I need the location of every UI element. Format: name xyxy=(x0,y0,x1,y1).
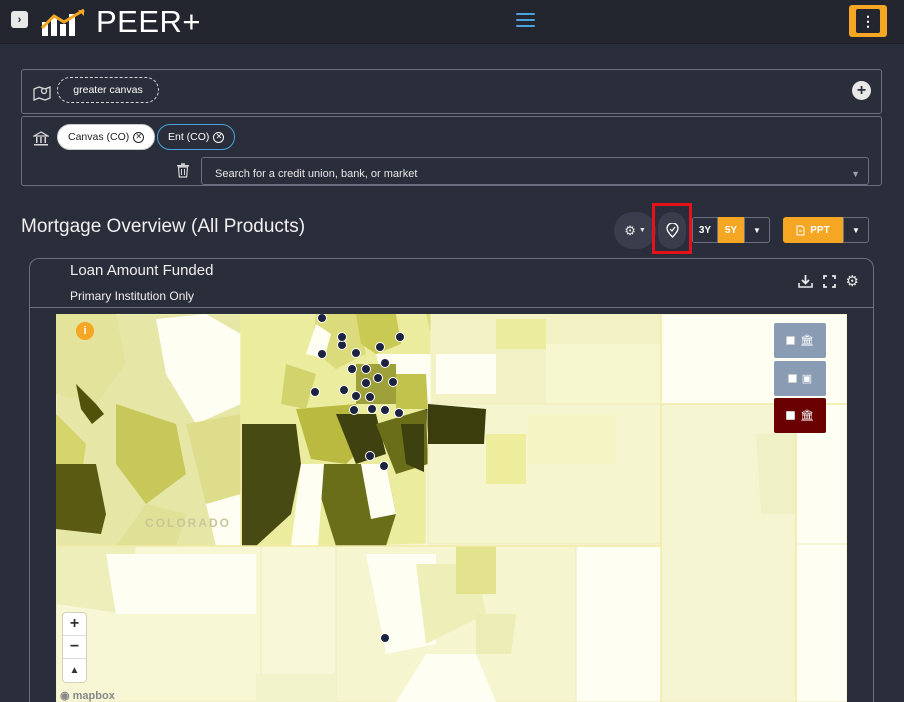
branch-marker xyxy=(379,461,389,471)
gear-icon: ⚙ xyxy=(624,222,636,238)
branch-marker xyxy=(351,391,361,401)
top-bar: › PEER+ ⋮ xyxy=(0,0,904,44)
compass-button[interactable]: ▲ xyxy=(63,659,86,682)
branch-marker xyxy=(310,387,320,397)
ppt-export-button[interactable]: PPT xyxy=(783,217,843,243)
card-title: Loan Amount Funded xyxy=(70,262,214,279)
highlight-box xyxy=(652,203,692,254)
chevron-right-icon[interactable]: › xyxy=(11,11,28,28)
gear-icon[interactable]: ⚙ xyxy=(846,272,859,290)
card-tools: ⚙ xyxy=(797,272,859,290)
hamburger-icon[interactable] xyxy=(516,13,535,27)
trash-icon[interactable] xyxy=(176,163,190,178)
branch-marker xyxy=(380,633,390,643)
ppt-label: PPT xyxy=(810,224,830,236)
divider xyxy=(30,307,873,308)
range-3y-button[interactable]: 3Y xyxy=(692,217,718,243)
fullscreen-icon[interactable] xyxy=(822,274,836,288)
settings-dropdown-button[interactable]: ⚙ ▼ xyxy=(614,212,656,249)
branch-marker xyxy=(351,348,361,358)
info-icon[interactable]: i xyxy=(76,322,94,340)
checkbox[interactable] xyxy=(787,374,797,383)
choropleth-map[interactable]: i COLORADO 🏛 ▣ 🏛 + − ▲ ◉ mapbox xyxy=(56,314,847,702)
logo[interactable]: PEER+ xyxy=(40,4,202,39)
range-dropdown-button[interactable]: ▼ xyxy=(744,217,770,243)
branch-marker xyxy=(317,349,327,359)
market-chip[interactable]: greater canvas xyxy=(57,77,159,103)
branch-marker xyxy=(347,364,357,374)
add-market-button[interactable]: + xyxy=(852,81,871,100)
zoom-controls: + − ▲ xyxy=(63,613,86,682)
money-icon: ▣ xyxy=(801,373,813,385)
zoom-in-button[interactable]: + xyxy=(63,613,86,636)
branch-marker xyxy=(388,377,398,387)
caret-down-icon[interactable]: ▼ xyxy=(851,169,860,179)
branch-marker xyxy=(361,364,371,374)
map-pin-icon xyxy=(33,86,51,101)
mapbox-logo: ◉ mapbox xyxy=(60,690,115,702)
branch-marker xyxy=(375,342,385,352)
bank-icon: 🏛 xyxy=(800,335,814,347)
region-label: COLORADO xyxy=(145,516,231,530)
logo-chart-icon xyxy=(40,8,85,36)
kebab-menu-icon: ⋮ xyxy=(856,9,880,33)
more-menu-button[interactable]: ⋮ xyxy=(849,5,887,37)
close-circle-icon[interactable]: ✕ xyxy=(133,131,145,143)
market-filter-panel: greater canvas + xyxy=(21,69,882,114)
search-placeholder: Search for a credit union, bank, or mark… xyxy=(215,168,418,180)
branch-marker xyxy=(367,404,377,414)
branch-marker xyxy=(361,378,371,388)
branch-marker xyxy=(365,451,375,461)
branch-marker xyxy=(380,358,390,368)
layer-toggle-bank[interactable]: 🏛 xyxy=(774,323,826,358)
institution-filter-panel: Canvas (CO) ✕ Ent (CO) ✕ Search for a cr… xyxy=(21,116,882,186)
branch-marker xyxy=(394,408,404,418)
card-subtitle: Primary Institution Only xyxy=(70,289,195,303)
checkbox[interactable] xyxy=(786,411,796,420)
layer-toggle-money[interactable]: ▣ xyxy=(774,361,826,396)
layer-toggle-primary-bank[interactable]: 🏛 xyxy=(774,398,826,433)
caret-down-icon: ▼ xyxy=(638,227,646,234)
attribution-text: mapbox xyxy=(72,690,115,702)
bank-icon: 🏛 xyxy=(800,410,814,422)
close-circle-icon[interactable]: ✕ xyxy=(213,131,225,143)
range-toggle: 3Y 5Y ▼ xyxy=(692,217,770,243)
institution-search-input[interactable]: Search for a credit union, bank, or mark… xyxy=(201,157,869,185)
export-dropdown-button[interactable]: ▼ xyxy=(843,217,869,243)
branch-marker xyxy=(337,332,347,342)
branch-markers xyxy=(310,314,405,643)
institution-chip[interactable]: Canvas (CO) ✕ xyxy=(57,124,156,150)
branch-marker xyxy=(349,405,359,415)
checkbox[interactable] xyxy=(786,336,796,345)
branch-marker xyxy=(339,385,349,395)
page-title: Mortgage Overview (All Products) xyxy=(21,216,306,237)
download-icon[interactable] xyxy=(797,274,813,288)
zoom-out-button[interactable]: − xyxy=(63,636,86,659)
branch-marker xyxy=(373,373,383,383)
institution-chip-label: Ent (CO) xyxy=(168,131,210,143)
market-chip-label: greater canvas xyxy=(73,84,143,96)
institution-chip[interactable]: Ent (CO) ✕ xyxy=(157,124,236,150)
range-5y-button[interactable]: 5Y xyxy=(718,217,744,243)
export-group: PPT ▼ xyxy=(783,217,869,243)
branch-marker xyxy=(317,314,327,323)
bank-icon xyxy=(33,131,49,146)
institution-chip-label: Canvas (CO) xyxy=(68,131,130,143)
logo-text: PEER+ xyxy=(96,4,202,39)
branch-marker xyxy=(380,405,390,415)
file-icon xyxy=(796,225,805,235)
branch-marker xyxy=(365,392,375,402)
branch-marker xyxy=(395,332,405,342)
